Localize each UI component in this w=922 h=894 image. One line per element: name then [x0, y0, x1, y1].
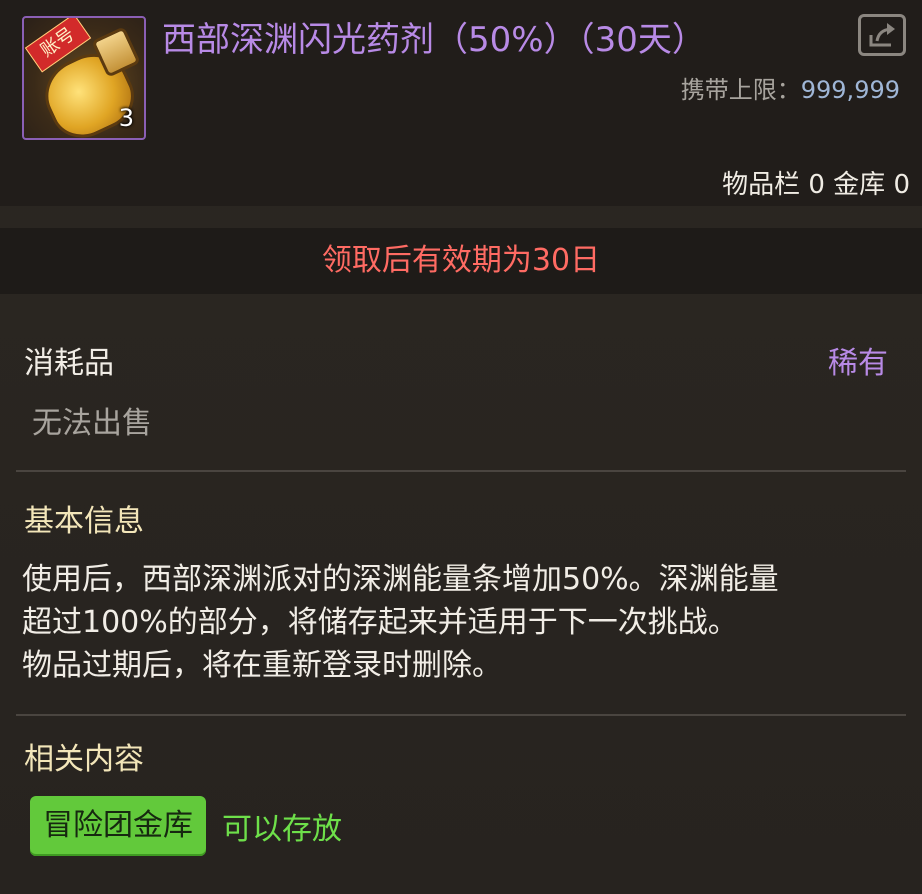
share-button[interactable] — [858, 14, 906, 56]
adventure-vault-button[interactable]: 冒险团金库 — [30, 796, 206, 856]
description-line: 超过100%的部分，将储存起来并适用于下一次挑战。 — [22, 605, 738, 640]
basic-info-heading: 基本信息 — [24, 504, 144, 539]
stack-count: 3 — [118, 104, 134, 132]
carry-limit-label: 携带上限： — [680, 76, 801, 104]
potion-bottle-icon[interactable]: 账号 3 — [22, 16, 146, 140]
vault-status: 可以存放 — [222, 812, 342, 847]
divider — [16, 470, 906, 472]
divider — [16, 714, 906, 716]
expiry-note: 领取后有效期为30日 — [0, 228, 922, 294]
carry-limit: 携带上限：999,999 — [681, 70, 900, 105]
description-line: 物品过期后，将在重新登录时删除。 — [22, 648, 502, 683]
carry-limit-value: 999,999 — [800, 76, 900, 104]
share-icon — [869, 23, 895, 47]
description-line: 使用后，西部深渊派对的深渊能量条增加50%。深渊能量 — [22, 562, 779, 597]
item-description: 使用后，西部深渊派对的深渊能量条增加50%。深渊能量 超过100%的部分，将储存… — [22, 558, 902, 687]
item-rarity: 稀有 — [828, 346, 888, 381]
item-tooltip: 账号 3 西部深渊闪光药剂（50%）（30天） 携带上限：999,999 物品栏… — [0, 0, 922, 894]
item-category: 消耗品 — [24, 346, 114, 381]
tooltip-header: 账号 3 西部深渊闪光药剂（50%）（30天） 携带上限：999,999 物品栏… — [0, 0, 922, 206]
related-heading: 相关内容 — [24, 742, 144, 777]
storage-counts: 物品栏 0 金库 0 — [722, 170, 910, 200]
item-name: 西部深渊闪光药剂（50%）（30天） — [162, 20, 706, 60]
sell-restriction: 无法出售 — [32, 406, 152, 441]
